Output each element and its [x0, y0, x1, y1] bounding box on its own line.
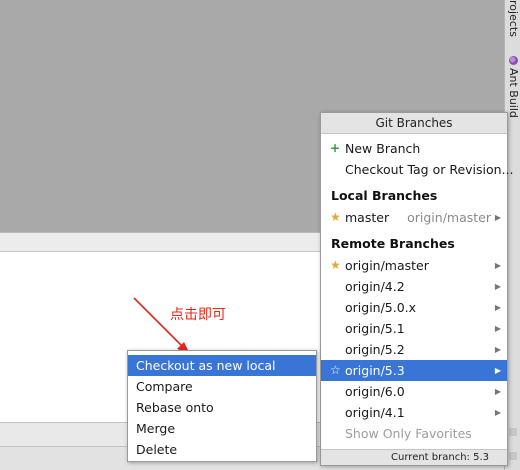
ant-build-tab[interactable]: Ant Build: [507, 56, 520, 118]
compare-item[interactable]: Compare: [128, 376, 316, 397]
submenu-arrow-icon: ▶: [494, 387, 501, 396]
new-branch-item[interactable]: + New Branch: [321, 138, 507, 159]
checkout-as-new-local-branch-item[interactable]: Checkout as new local branch: [128, 355, 316, 394]
remote-branch-item[interactable]: origin/5.1 ▶: [321, 318, 507, 339]
tool-strip-button[interactable]: [509, 452, 517, 460]
ant-build-tab-label: Ant Build: [507, 68, 520, 118]
plus-icon: +: [330, 141, 341, 155]
submenu-arrow-icon: ▶: [494, 282, 501, 291]
local-branches-header: Local Branches: [331, 188, 438, 203]
submenu-arrow-icon: ▶: [494, 345, 501, 354]
popup-title: Git Branches: [321, 113, 507, 134]
remote-branch-name: origin/5.3: [345, 363, 405, 378]
remote-branch-name: origin/4.1: [345, 405, 405, 420]
checkout-tag-label: Checkout Tag or Revision...: [345, 162, 514, 177]
submenu-arrow-icon: ▶: [494, 366, 501, 375]
remote-branch-item-selected[interactable]: ☆ origin/5.3 ▶: [321, 360, 507, 381]
remote-branch-name: origin/5.0.x: [345, 300, 417, 315]
annotation-text: 点击即可: [170, 307, 226, 323]
new-branch-label: New Branch: [345, 141, 421, 156]
remote-branch-item[interactable]: ★ origin/master ▶: [321, 255, 507, 276]
submenu-arrow-icon: ▶: [494, 324, 501, 333]
projects-tab[interactable]: rojects: [507, 0, 520, 37]
remote-branch-name: origin/6.0: [345, 384, 405, 399]
remote-branch-name: origin/5.2: [345, 342, 405, 357]
remote-branch-name: origin/master: [345, 258, 429, 273]
remote-branch-name: origin/5.1: [345, 321, 405, 336]
local-branch-name: master: [345, 210, 390, 225]
checkout-tag-item[interactable]: Checkout Tag or Revision...: [321, 159, 514, 180]
submenu-arrow-icon: ▶: [494, 213, 501, 222]
delete-item[interactable]: Delete: [128, 439, 316, 460]
submenu-arrow-icon: ▶: [494, 303, 501, 312]
star-outline-icon[interactable]: ☆: [330, 360, 341, 381]
show-only-favorites-label: Show Only Favorites: [345, 426, 472, 441]
remote-branch-item[interactable]: origin/6.0 ▶: [321, 381, 507, 402]
remote-branch-item[interactable]: origin/4.2 ▶: [321, 276, 507, 297]
submenu-arrow-icon: ▶: [494, 408, 501, 417]
star-icon[interactable]: ★: [330, 207, 341, 228]
remote-branch-item[interactable]: origin/4.1 ▶: [321, 402, 507, 423]
star-icon[interactable]: ★: [330, 255, 341, 276]
remote-branches-header: Remote Branches: [331, 236, 455, 251]
remote-branch-name: origin/4.2: [345, 279, 405, 294]
rebase-onto-item[interactable]: Rebase onto: [128, 397, 316, 418]
local-branch-tracking: origin/master: [407, 210, 491, 225]
merge-item[interactable]: Merge: [128, 418, 316, 439]
branch-action-menu: Checkout as new local branch Compare Reb…: [127, 350, 317, 462]
git-branches-popup: Git Branches + New Branch Checkout Tag o…: [320, 112, 514, 466]
projects-tab-label: rojects: [507, 0, 520, 37]
show-only-favorites-item[interactable]: Show Only Favorites: [321, 423, 507, 444]
submenu-arrow-icon: ▶: [494, 261, 501, 270]
remote-branch-item[interactable]: origin/5.0.x ▶: [321, 297, 507, 318]
current-branch-status: Current branch: 5.3: [321, 449, 507, 465]
local-branch-item[interactable]: ★ master origin/master ▶: [321, 207, 507, 228]
ant-icon: [509, 56, 518, 65]
tool-strip-button[interactable]: [509, 428, 517, 436]
remote-branch-item[interactable]: origin/5.2 ▶: [321, 339, 507, 360]
